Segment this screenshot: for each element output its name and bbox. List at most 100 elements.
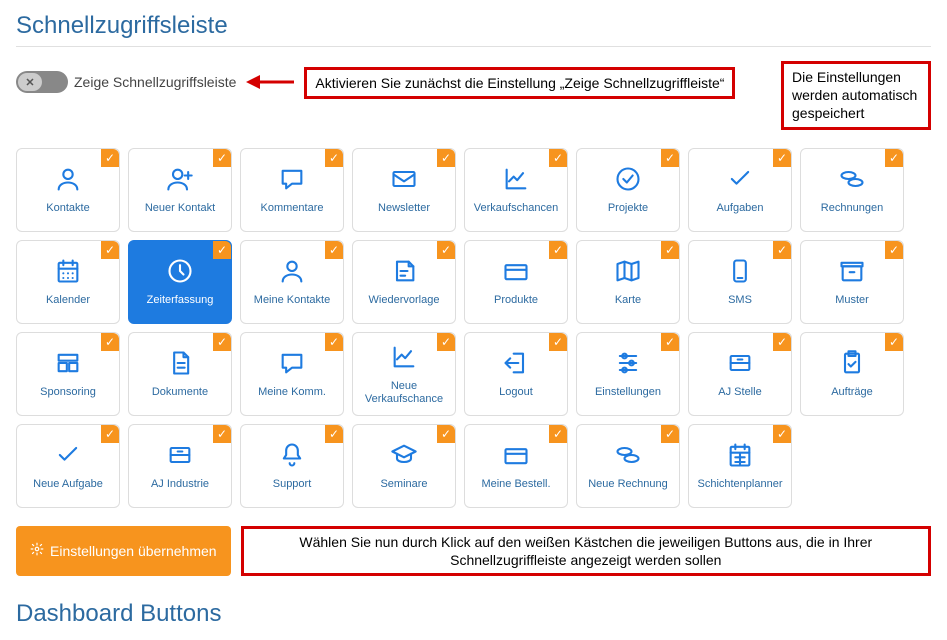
tile-checkbox[interactable]: ✓: [101, 425, 119, 443]
quickaccess-tile[interactable]: ✓AJ Stelle: [688, 332, 792, 416]
quickaccess-tile[interactable]: ✓Neue Verkaufschance: [352, 332, 456, 416]
quickaccess-tile[interactable]: ✓Meine Komm.: [240, 332, 344, 416]
tile-checkbox[interactable]: ✓: [661, 425, 679, 443]
tile-checkbox[interactable]: ✓: [213, 149, 231, 167]
list-icon: [53, 348, 83, 378]
annotation-select-tiles: Wählen Sie nun durch Klick auf den weiße…: [241, 526, 931, 576]
tile-checkbox[interactable]: ✓: [549, 241, 567, 259]
quickaccess-tile[interactable]: ✓Neue Rechnung: [576, 424, 680, 508]
tile-label: Sponsoring: [36, 386, 100, 399]
tile-label: Logout: [495, 386, 537, 399]
tile-label: Projekte: [604, 202, 652, 215]
tile-checkbox[interactable]: ✓: [325, 333, 343, 351]
quickaccess-tile[interactable]: ✓ Meine Kontakte: [240, 240, 344, 324]
tile-checkbox[interactable]: ✓: [549, 425, 567, 443]
tile-checkbox[interactable]: ✓: [101, 149, 119, 167]
map-icon: [613, 256, 643, 286]
tile-checkbox[interactable]: ✓: [213, 425, 231, 443]
tile-checkbox[interactable]: ✓: [885, 241, 903, 259]
quickaccess-tile[interactable]: ✓ Projekte: [576, 148, 680, 232]
quickaccess-tile[interactable]: ✓ Rechnungen: [800, 148, 904, 232]
note-icon: [389, 256, 419, 286]
tile-checkbox[interactable]: ✓: [437, 425, 455, 443]
quickaccess-tile[interactable]: ✓Support: [240, 424, 344, 508]
tile-checkbox[interactable]: ✓: [773, 425, 791, 443]
tile-checkbox[interactable]: ✓: [437, 333, 455, 351]
tile-checkbox[interactable]: ✓: [437, 149, 455, 167]
quickaccess-tile[interactable]: ✓ Meine Bestell.: [464, 424, 568, 508]
tile-checkbox[interactable]: ✓: [549, 149, 567, 167]
quickaccess-tile[interactable]: ✓Einstellungen: [576, 332, 680, 416]
tile-checkbox[interactable]: ✓: [213, 241, 231, 259]
quickaccess-tile[interactable]: ✓ Seminare: [352, 424, 456, 508]
quickaccess-tile[interactable]: ✓Kalender: [16, 240, 120, 324]
bell-icon: [277, 440, 307, 470]
quickaccess-tile[interactable]: ✓ Zeiterfassung: [128, 240, 232, 324]
tile-checkbox[interactable]: ✓: [661, 241, 679, 259]
quickaccess-tile-grid: ✓ Kontakte ✓ Neuer Kontakt ✓ Kommentare ✓Newsl…: [16, 148, 931, 508]
tile-label: Kontakte: [42, 202, 93, 215]
tile-label: Aufträge: [827, 386, 877, 399]
tile-checkbox[interactable]: ✓: [325, 425, 343, 443]
tile-label: Seminare: [376, 478, 431, 491]
tile-label: Neuer Kontakt: [141, 202, 219, 215]
annotation-autosave: Die Einstellungen werden automatisch ges…: [781, 61, 931, 130]
quickaccess-tile[interactable]: ✓ Neuer Kontakt: [128, 148, 232, 232]
tile-checkbox[interactable]: ✓: [325, 241, 343, 259]
tile-checkbox[interactable]: ✓: [661, 149, 679, 167]
quickaccess-tile[interactable]: ✓ Kontakte: [16, 148, 120, 232]
quickaccess-tile[interactable]: ✓Wiedervorlage: [352, 240, 456, 324]
tile-checkbox[interactable]: ✓: [213, 333, 231, 351]
check-icon: [53, 440, 83, 470]
quickaccess-tile[interactable]: ✓Newsletter: [352, 148, 456, 232]
dashboard-buttons-title: Dashboard Buttons: [16, 600, 931, 628]
quickaccess-tile[interactable]: ✓ Verkaufschancen: [464, 148, 568, 232]
tile-checkbox[interactable]: ✓: [773, 241, 791, 259]
arrow-annotation: [246, 71, 294, 93]
gear-icon: [30, 542, 44, 559]
quickaccess-tile[interactable]: ✓Dokumente: [128, 332, 232, 416]
tile-checkbox[interactable]: ✓: [437, 241, 455, 259]
quickaccess-tile[interactable]: ✓Karte: [576, 240, 680, 324]
quickaccess-tile[interactable]: ✓ Kommentare: [240, 148, 344, 232]
tile-checkbox[interactable]: ✓: [101, 241, 119, 259]
quickaccess-tile[interactable]: ✓Schichtenplanner: [688, 424, 792, 508]
person-icon: [277, 256, 307, 286]
quickaccess-tile[interactable]: ✓Aufgaben: [688, 148, 792, 232]
quickaccess-tile[interactable]: ✓AJ Industrie: [128, 424, 232, 508]
quickaccess-tile[interactable]: ✓Produkte: [464, 240, 568, 324]
apply-button-label: Einstellungen übernehmen: [50, 543, 217, 559]
tile-label: Verkaufschancen: [470, 202, 562, 215]
tile-label: Rechnungen: [817, 202, 887, 215]
apply-settings-button[interactable]: Einstellungen übernehmen: [16, 526, 231, 576]
sliders-icon: [613, 348, 643, 378]
tile-checkbox[interactable]: ✓: [885, 149, 903, 167]
quickaccess-tile[interactable]: ✓Neue Aufgabe: [16, 424, 120, 508]
calendar-grid-icon: [725, 440, 755, 470]
quickaccess-tile[interactable]: ✓ Logout: [464, 332, 568, 416]
tile-checkbox[interactable]: ✓: [885, 333, 903, 351]
quickaccess-tile[interactable]: ✓ Aufträge: [800, 332, 904, 416]
tile-checkbox[interactable]: ✓: [325, 149, 343, 167]
clipboard-check-icon: [837, 348, 867, 378]
tile-label: Kommentare: [257, 202, 328, 215]
tile-checkbox[interactable]: ✓: [101, 333, 119, 351]
tile-checkbox[interactable]: ✓: [773, 333, 791, 351]
quickaccess-tile[interactable]: ✓ SMS: [688, 240, 792, 324]
logout-icon: [501, 348, 531, 378]
quickaccess-tile[interactable]: ✓ Sponsoring: [16, 332, 120, 416]
clock-icon: [165, 256, 195, 286]
person-icon: [53, 164, 83, 194]
arrow-left-icon: [246, 71, 294, 93]
tile-checkbox[interactable]: ✓: [661, 333, 679, 351]
show-quickaccess-toggle[interactable]: ✕: [16, 71, 68, 93]
document-icon: [165, 348, 195, 378]
tile-checkbox[interactable]: ✓: [549, 333, 567, 351]
graduation-icon: [389, 440, 419, 470]
tile-label: Zeiterfassung: [143, 294, 218, 307]
quickaccess-tile[interactable]: ✓Muster: [800, 240, 904, 324]
tile-label: SMS: [724, 294, 756, 307]
tile-label: Meine Kontakte: [250, 294, 334, 307]
tile-label: Meine Bestell.: [477, 478, 554, 491]
tile-checkbox[interactable]: ✓: [773, 149, 791, 167]
